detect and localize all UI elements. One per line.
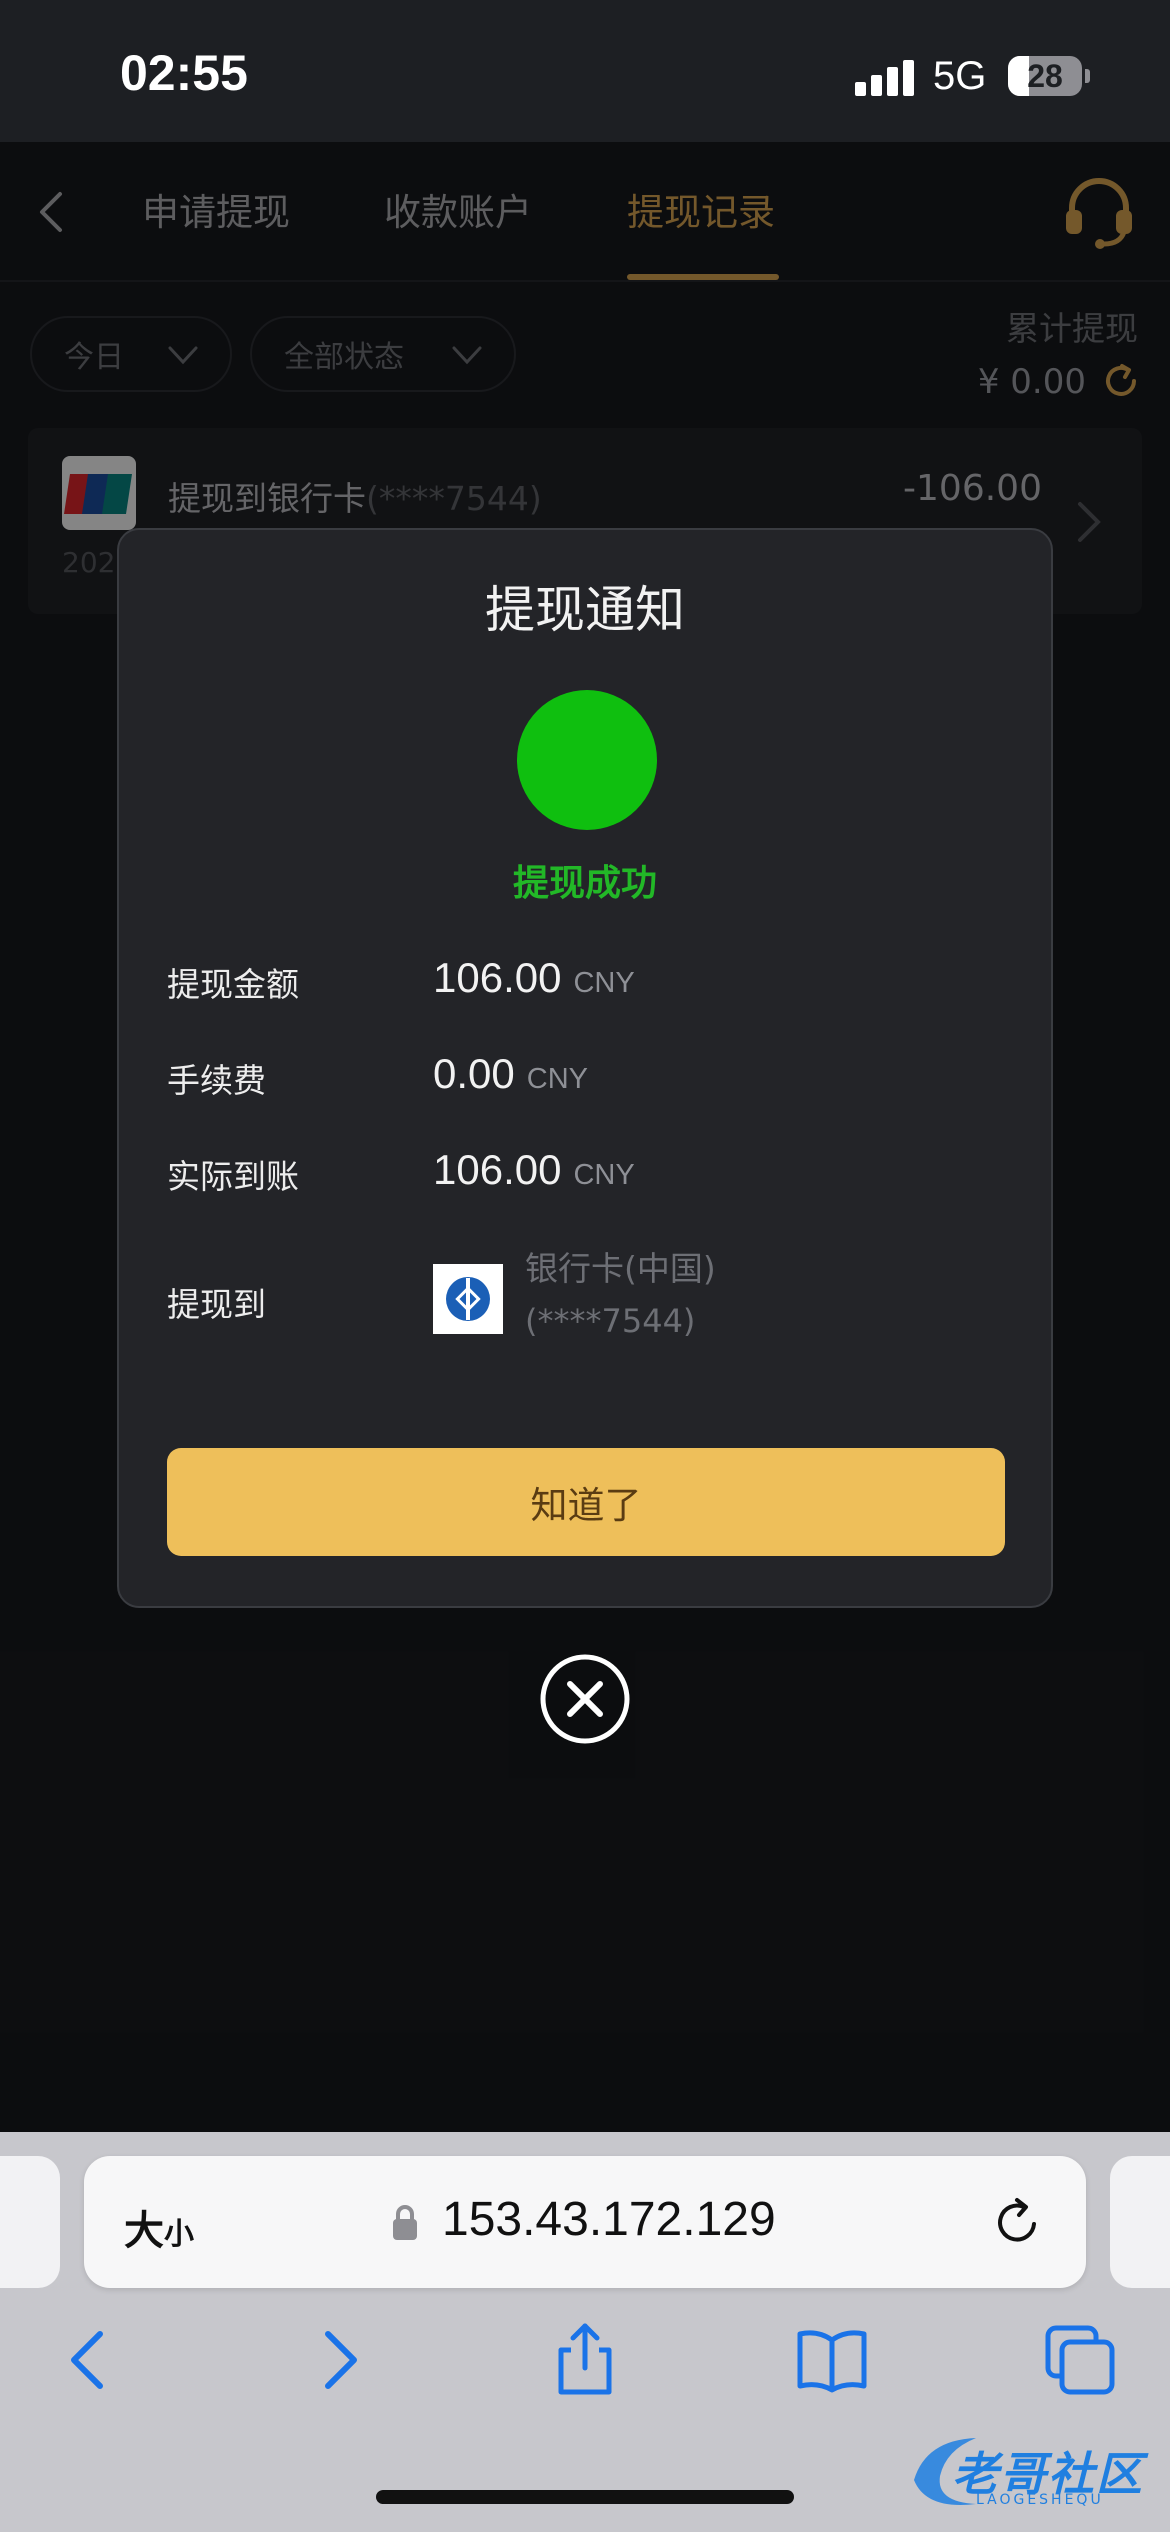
amount-label: 提现金额 — [167, 965, 299, 1004]
url-text: 153.43.172.129 — [442, 2193, 776, 2246]
network-type: 5G — [933, 54, 987, 98]
amount-number: 106.00 — [433, 954, 562, 1001]
bookmarks-icon[interactable] — [792, 2320, 872, 2400]
battery-tip — [1085, 69, 1090, 83]
next-tab-preview[interactable] — [1110, 2156, 1170, 2288]
fee-number: 0.00 — [433, 1050, 515, 1097]
text-size-big: 大 — [124, 2208, 164, 2254]
bank-name: 银行卡(中国) — [525, 1249, 716, 1288]
amount-value: 106.00 CNY — [433, 954, 635, 1002]
status-time: 02:55 — [120, 45, 248, 101]
previous-tab-preview[interactable] — [0, 2156, 60, 2288]
fee-value: 0.00 CNY — [433, 1050, 588, 1098]
success-text: 提现成功 — [512, 863, 657, 904]
lock-icon — [393, 2205, 417, 2240]
acknowledge-button[interactable]: 知道了 — [167, 1448, 1005, 1556]
watermark-logo: 老哥社区 LAOGESHEQU — [906, 2420, 1160, 2516]
bank-card-mask: (****7544) — [525, 1302, 696, 1340]
battery-level: 28 — [1027, 58, 1063, 94]
forward-icon[interactable] — [300, 2320, 380, 2400]
received-number: 106.00 — [433, 1146, 562, 1193]
destination-label: 提现到 — [167, 1285, 266, 1324]
fee-unit: CNY — [526, 1063, 588, 1095]
withdraw-notice-dialog: 提现通知 提现成功 提现金额 106.00 CNY 手续费 0.00 CNY 实际到… — [117, 528, 1053, 1608]
back-icon[interactable] — [48, 2320, 128, 2400]
text-size-button[interactable]: 大小 — [124, 2198, 194, 2256]
status-bar: 02:55 5G 28 — [0, 0, 1170, 142]
success-status-icon — [517, 690, 657, 830]
amount-unit: CNY — [573, 967, 635, 999]
bank-logo-icon — [433, 1264, 503, 1334]
received-value: 106.00 CNY — [433, 1146, 635, 1194]
received-label: 实际到账 — [167, 1157, 299, 1196]
battery-icon: 28 — [1008, 56, 1082, 96]
close-icon[interactable] — [538, 1652, 632, 1746]
dialog-title: 提现通知 — [485, 581, 685, 639]
share-icon[interactable] — [545, 2320, 625, 2400]
home-indicator — [376, 2490, 794, 2504]
received-unit: CNY — [573, 1159, 635, 1191]
text-size-small: 小 — [164, 2217, 194, 2252]
watermark-subtext: LAOGESHEQU — [976, 2492, 1104, 2508]
address-bar[interactable]: 大小 153.43.172.129 — [84, 2156, 1086, 2288]
tabs-icon[interactable] — [1040, 2320, 1120, 2400]
reload-icon[interactable] — [990, 2194, 1046, 2250]
signal-icon — [855, 60, 917, 96]
fee-label: 手续费 — [167, 1061, 266, 1100]
